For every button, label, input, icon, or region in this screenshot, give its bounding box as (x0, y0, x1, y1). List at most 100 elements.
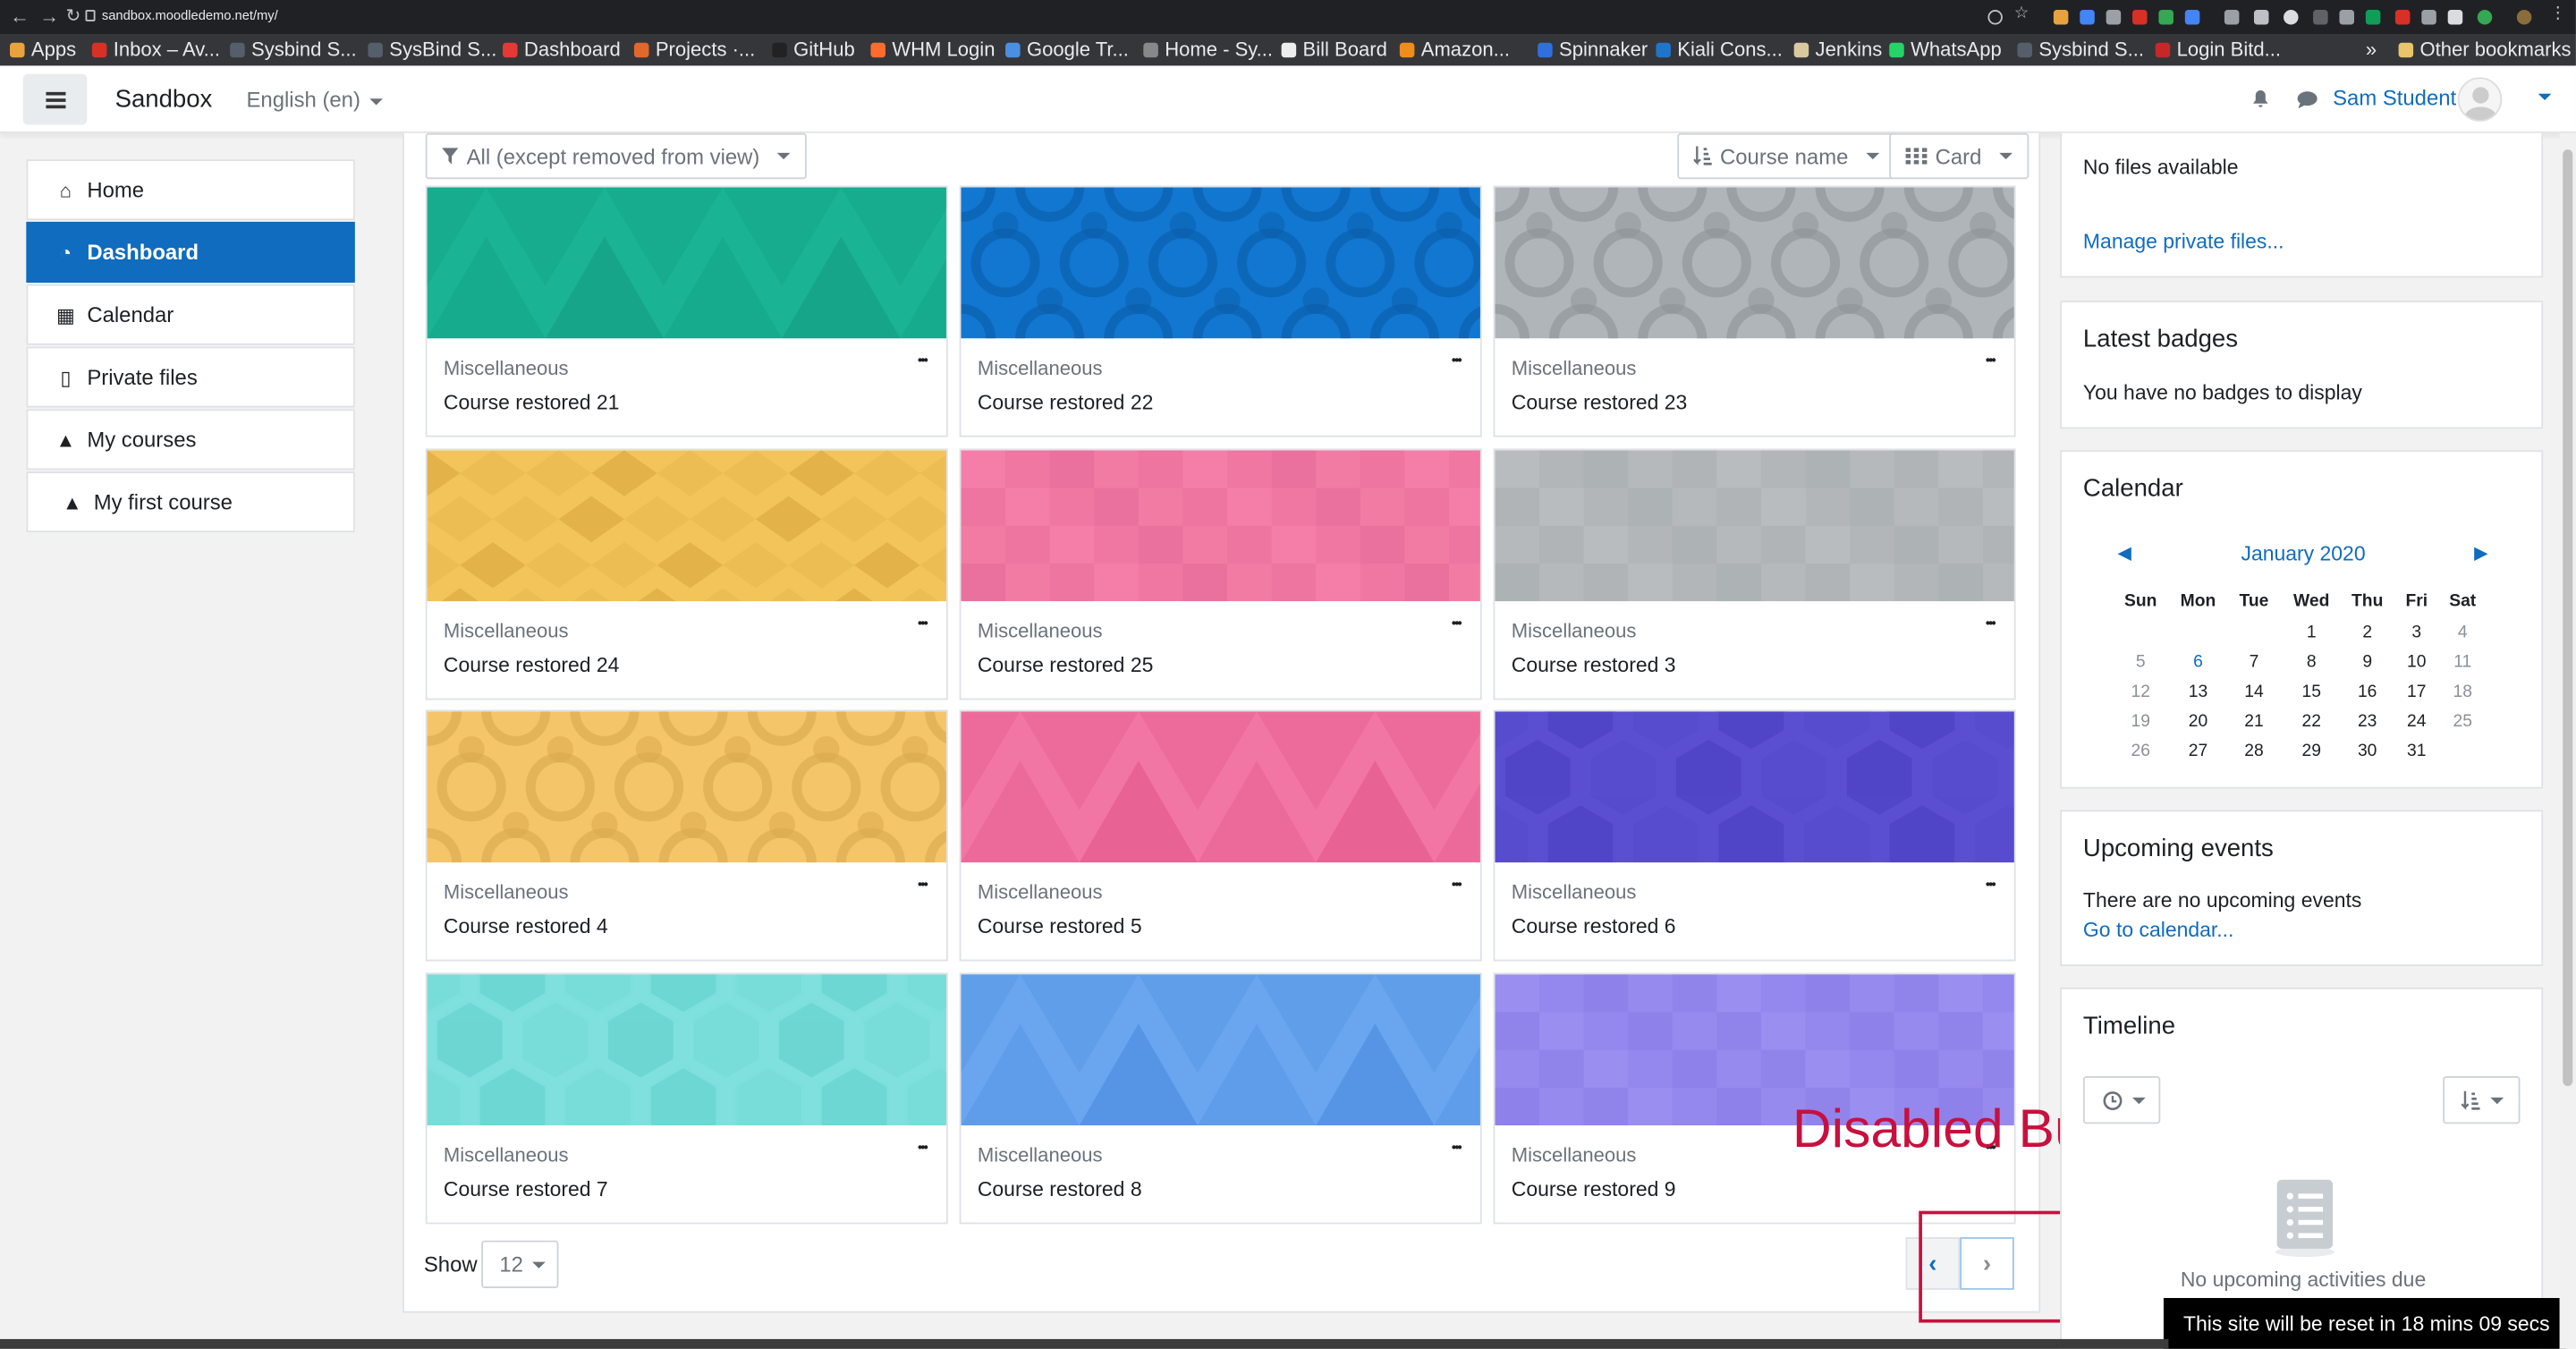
bookmark-item[interactable]: Home - Sy... (1143, 38, 1273, 61)
bookmark-item[interactable]: Apps (10, 38, 76, 61)
more-icon[interactable]: ⋮ (2550, 5, 2566, 23)
calendar-day[interactable]: 29 (2287, 741, 2336, 760)
calendar-day[interactable]: 8 (2287, 652, 2336, 672)
timeline-sort-filter[interactable] (2443, 1076, 2521, 1124)
filter-dropdown[interactable]: All (except removed from view) (425, 132, 808, 180)
calendar-day[interactable]: 14 (2229, 682, 2278, 701)
course-name-link[interactable]: Course restored 5 (978, 915, 1142, 938)
view-dropdown[interactable]: Card (1889, 132, 2029, 180)
calendar-day[interactable]: 28 (2229, 741, 2278, 760)
course-image[interactable] (961, 187, 1480, 339)
course-card[interactable]: Miscellaneous Course restored 23 ••• (1493, 185, 2016, 437)
calendar-day[interactable]: 19 (2116, 711, 2165, 731)
star-icon[interactable]: ☆ (2014, 5, 2029, 23)
site-brand[interactable]: Sandbox (115, 86, 213, 114)
more-options-icon[interactable]: ••• (1986, 353, 1996, 369)
calendar-day[interactable]: 1 (2287, 623, 2336, 642)
chevron-down-icon[interactable] (2538, 93, 2552, 101)
calendar-day[interactable]: 16 (2343, 682, 2392, 701)
calendar-day[interactable]: 31 (2392, 741, 2441, 760)
user-name[interactable]: Sam Student (2333, 86, 2456, 111)
more-options-icon[interactable]: ••• (1452, 353, 1462, 369)
nav-my-courses[interactable]: ▲ My courses (26, 409, 355, 471)
forward-icon[interactable]: → (39, 5, 59, 29)
more-options-icon[interactable]: ••• (1452, 1141, 1462, 1156)
course-image[interactable] (427, 450, 946, 602)
course-image[interactable] (961, 450, 1480, 602)
extension-icon[interactable] (2477, 10, 2493, 25)
manage-private-files-link[interactable]: Manage private files... (2083, 230, 2284, 253)
calendar-month[interactable]: January 2020 (2241, 542, 2365, 565)
extension-icon[interactable] (2053, 10, 2069, 25)
course-name-link[interactable]: Course restored 7 (444, 1178, 608, 1201)
calendar-day[interactable]: 13 (2174, 682, 2223, 701)
extension-icon[interactable] (2132, 10, 2148, 25)
calendar-day[interactable]: 30 (2343, 741, 2392, 760)
calendar-day[interactable]: 12 (2116, 682, 2165, 701)
bookmark-item[interactable]: WhatsApp (1889, 38, 2002, 61)
more-options-icon[interactable]: ••• (1986, 616, 1996, 632)
menu-toggle-button[interactable] (22, 73, 88, 125)
course-card[interactable]: Miscellaneous Course restored 8 ••• (959, 972, 1482, 1225)
course-image[interactable] (427, 187, 946, 339)
bookmark-item[interactable]: Bill Board (1281, 38, 1387, 61)
course-name-link[interactable]: Course restored 9 (1512, 1178, 1676, 1201)
bookmark-item[interactable]: Projects ·... (633, 38, 755, 61)
extension-icon[interactable] (2224, 10, 2240, 25)
bookmark-item[interactable]: Amazon... (1399, 38, 1510, 61)
calendar-day[interactable]: 2 (2343, 623, 2392, 642)
scrollbar-thumb[interactable] (2563, 149, 2573, 1087)
other-bookmarks-folder[interactable]: Other bookmarks (2398, 38, 2572, 61)
course-card[interactable]: Miscellaneous Course restored 24 ••• (425, 448, 948, 700)
bookmark-item[interactable]: Dashboard (503, 38, 621, 61)
course-card[interactable]: Miscellaneous Course restored 21 ••• (425, 185, 948, 437)
bookmark-item[interactable]: GitHub (772, 38, 855, 61)
course-image[interactable] (1495, 187, 2014, 339)
course-name-link[interactable]: Course restored 22 (978, 391, 1154, 414)
calendar-day[interactable]: 24 (2392, 711, 2441, 731)
extension-icon[interactable] (2284, 10, 2299, 25)
calendar-day[interactable]: 21 (2229, 711, 2278, 731)
language-menu[interactable]: English (en) (247, 87, 384, 112)
back-icon[interactable]: ← (10, 5, 30, 29)
nav-private-files[interactable]: ▯ Private files (26, 346, 355, 408)
url-field[interactable]: sandbox.moodledemo.net/my/ (102, 8, 278, 23)
calendar-day[interactable]: 26 (2116, 741, 2165, 760)
bookmark-item[interactable]: Kiali Cons... (1656, 38, 1783, 61)
calendar-day[interactable]: 3 (2392, 623, 2441, 642)
course-image[interactable] (961, 974, 1480, 1126)
per-page-select[interactable]: 12 (481, 1240, 559, 1288)
extension-icon[interactable] (2158, 10, 2174, 25)
bookmark-item[interactable]: Sysbind S... (2017, 38, 2144, 61)
course-image[interactable] (427, 711, 946, 863)
course-image[interactable] (961, 711, 1480, 863)
extension-icon[interactable] (2253, 10, 2269, 25)
course-name-link[interactable]: Course restored 6 (1512, 915, 1676, 938)
calendar-day[interactable]: 18 (2438, 682, 2487, 701)
bookmark-item[interactable]: WHM Login (870, 38, 995, 61)
nav-my-first-course[interactable]: ▲ My first course (26, 471, 355, 533)
bookmark-item[interactable]: Google Tr... (1005, 38, 1129, 61)
profile-icon[interactable] (2516, 10, 2532, 25)
go-to-calendar-link[interactable]: Go to calendar... (2083, 919, 2233, 942)
extension-icon[interactable] (2106, 10, 2122, 25)
calendar-day[interactable]: 5 (2116, 652, 2165, 672)
course-name-link[interactable]: Course restored 25 (978, 654, 1154, 677)
course-card[interactable]: Miscellaneous Course restored 7 ••• (425, 972, 948, 1225)
more-options-icon[interactable]: ••• (1452, 878, 1462, 893)
bookmark-item[interactable]: Jenkins (1793, 38, 1882, 61)
course-card[interactable]: Miscellaneous Course restored 25 ••• (959, 448, 1482, 700)
course-name-link[interactable]: Course restored 24 (444, 654, 620, 677)
more-options-icon[interactable]: ••• (918, 616, 928, 632)
bookmark-item[interactable]: Inbox – Av... (91, 38, 220, 61)
bookmarks-overflow-button[interactable]: » (2366, 38, 2377, 61)
calendar-day[interactable]: 27 (2174, 741, 2223, 760)
course-name-link[interactable]: Course restored 21 (444, 391, 620, 414)
calendar-day[interactable]: 20 (2174, 711, 2223, 731)
reload-icon[interactable]: ↻ (65, 5, 80, 27)
course-image[interactable] (427, 974, 946, 1126)
bookmark-item[interactable]: Login Bitd... (2155, 38, 2281, 61)
calendar-day[interactable]: 15 (2287, 682, 2336, 701)
bookmark-item[interactable]: Spinnaker (1538, 38, 1648, 61)
calendar-day[interactable]: 9 (2343, 652, 2392, 672)
